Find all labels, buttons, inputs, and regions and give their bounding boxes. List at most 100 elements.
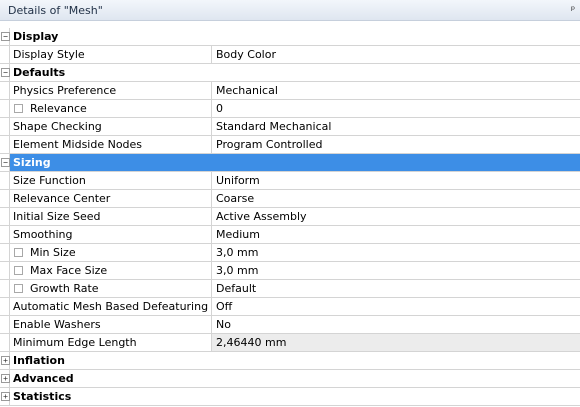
property-label: Enable Washers: [13, 317, 101, 331]
category-gutter: +: [0, 388, 10, 405]
property-row-minimum-edge-length[interactable]: Minimum Edge Length 2,46440 mm: [0, 334, 580, 352]
property-row-smoothing[interactable]: Smoothing Medium: [0, 226, 580, 244]
category-display[interactable]: − Display: [0, 28, 580, 46]
property-value[interactable]: 0: [212, 100, 580, 117]
parameter-checkbox[interactable]: [14, 104, 23, 113]
category-gutter: −: [0, 64, 10, 81]
property-row-growth-rate[interactable]: Growth Rate Default: [0, 280, 580, 298]
property-name: Growth Rate: [10, 280, 212, 297]
expand-icon[interactable]: +: [1, 356, 10, 365]
property-row-relevance[interactable]: Relevance 0: [0, 100, 580, 118]
property-value[interactable]: No: [212, 316, 580, 333]
property-label: Relevance Center: [13, 191, 111, 205]
property-value[interactable]: Default: [212, 280, 580, 297]
property-row-relevance-center[interactable]: Relevance Center Coarse: [0, 190, 580, 208]
collapse-icon[interactable]: −: [1, 32, 10, 41]
property-label: Min Size: [30, 245, 76, 259]
category-gutter: +: [0, 352, 10, 369]
row-gutter: [0, 172, 10, 189]
property-label: Size Function: [13, 173, 86, 187]
property-name: Max Face Size: [10, 262, 212, 279]
category-label-statistics: Statistics: [13, 390, 72, 403]
parameter-checkbox[interactable]: [14, 248, 23, 257]
category-sizing[interactable]: − Sizing: [0, 154, 580, 172]
property-value[interactable]: 3,0 mm: [212, 262, 580, 279]
row-gutter: [0, 136, 10, 153]
property-name: Relevance Center: [10, 190, 212, 207]
property-value[interactable]: Uniform: [212, 172, 580, 189]
parameter-checkbox[interactable]: [14, 284, 23, 293]
row-gutter: [0, 244, 10, 261]
property-row-max-face-size[interactable]: Max Face Size 3,0 mm: [0, 262, 580, 280]
property-value[interactable]: Program Controlled: [212, 136, 580, 153]
category-advanced[interactable]: + Advanced: [0, 370, 580, 388]
property-label: Automatic Mesh Based Defeaturing: [13, 299, 209, 313]
property-value[interactable]: Standard Mechanical: [212, 118, 580, 135]
category-label-defaults: Defaults: [13, 66, 66, 79]
category-statistics[interactable]: + Statistics: [0, 388, 580, 406]
category-label-inflation: Inflation: [13, 354, 65, 367]
details-title: Details of "Mesh": [8, 4, 103, 17]
property-value: 2,46440 mm: [212, 334, 580, 351]
row-gutter: [0, 208, 10, 225]
property-value[interactable]: Off: [212, 298, 580, 315]
row-gutter: [0, 190, 10, 207]
property-label: Display Style: [13, 47, 85, 61]
category-inflation[interactable]: + Inflation: [0, 352, 580, 370]
property-name: Initial Size Seed: [10, 208, 212, 225]
property-value[interactable]: Body Color: [212, 46, 580, 63]
property-name: Physics Preference: [10, 82, 212, 99]
property-label: Growth Rate: [30, 281, 99, 295]
category-defaults[interactable]: − Defaults: [0, 64, 580, 82]
category-gutter: +: [0, 370, 10, 387]
property-name: Automatic Mesh Based Defeaturing: [10, 298, 212, 315]
property-row-min-size[interactable]: Min Size 3,0 mm: [0, 244, 580, 262]
property-label: Max Face Size: [30, 263, 108, 277]
property-name: Smoothing: [10, 226, 212, 243]
property-label: Minimum Edge Length: [13, 335, 137, 349]
property-name: Min Size: [10, 244, 212, 261]
category-label-sizing: Sizing: [10, 154, 580, 171]
row-gutter: [0, 100, 10, 117]
property-name: Display Style: [10, 46, 212, 63]
expand-icon[interactable]: +: [1, 392, 10, 401]
row-gutter: [0, 280, 10, 297]
property-label: Physics Preference: [13, 83, 117, 97]
property-row-physics-preference[interactable]: Physics Preference Mechanical: [0, 82, 580, 100]
property-row-initial-size-seed[interactable]: Initial Size Seed Active Assembly: [0, 208, 580, 226]
property-value[interactable]: Medium: [212, 226, 580, 243]
details-title-bar: Details of "Mesh" ᵖ: [0, 0, 580, 21]
property-row-shape-checking[interactable]: Shape Checking Standard Mechanical: [0, 118, 580, 136]
expand-icon[interactable]: +: [1, 374, 10, 383]
row-gutter: [0, 82, 10, 99]
property-value[interactable]: 3,0 mm: [212, 244, 580, 261]
property-row-size-function[interactable]: Size Function Uniform: [0, 172, 580, 190]
property-label: Initial Size Seed: [13, 209, 101, 223]
property-value[interactable]: Coarse: [212, 190, 580, 207]
details-property-grid: − Display Display Style Body Color − Defaults…: [0, 28, 580, 406]
property-row-automatic-mesh-based-defeaturing[interactable]: Automatic Mesh Based Defeaturing Off: [0, 298, 580, 316]
property-name: Enable Washers: [10, 316, 212, 333]
property-value[interactable]: Active Assembly: [212, 208, 580, 225]
property-row-display-style[interactable]: Display Style Body Color: [0, 46, 580, 64]
property-name: Element Midside Nodes: [10, 136, 212, 153]
property-row-enable-washers[interactable]: Enable Washers No: [0, 316, 580, 334]
property-label: Shape Checking: [13, 119, 102, 133]
details-panel: Details of "Mesh" ᵖ − Display Display Styl…: [0, 0, 580, 407]
property-row-element-midside-nodes[interactable]: Element Midside Nodes Program Controlled: [0, 136, 580, 154]
row-gutter: [0, 118, 10, 135]
parameter-checkbox[interactable]: [14, 266, 23, 275]
row-gutter: [0, 226, 10, 243]
property-name: Relevance: [10, 100, 212, 117]
pin-icon[interactable]: ᵖ: [568, 0, 578, 21]
property-value[interactable]: Mechanical: [212, 82, 580, 99]
category-gutter: −: [0, 154, 10, 171]
category-label-advanced: Advanced: [13, 372, 74, 385]
category-label-display: Display: [13, 30, 59, 43]
collapse-icon[interactable]: −: [1, 68, 10, 77]
row-gutter: [0, 316, 10, 333]
collapse-icon[interactable]: −: [1, 158, 10, 167]
row-gutter: [0, 334, 10, 351]
category-gutter: −: [0, 28, 10, 45]
row-gutter: [0, 46, 10, 63]
